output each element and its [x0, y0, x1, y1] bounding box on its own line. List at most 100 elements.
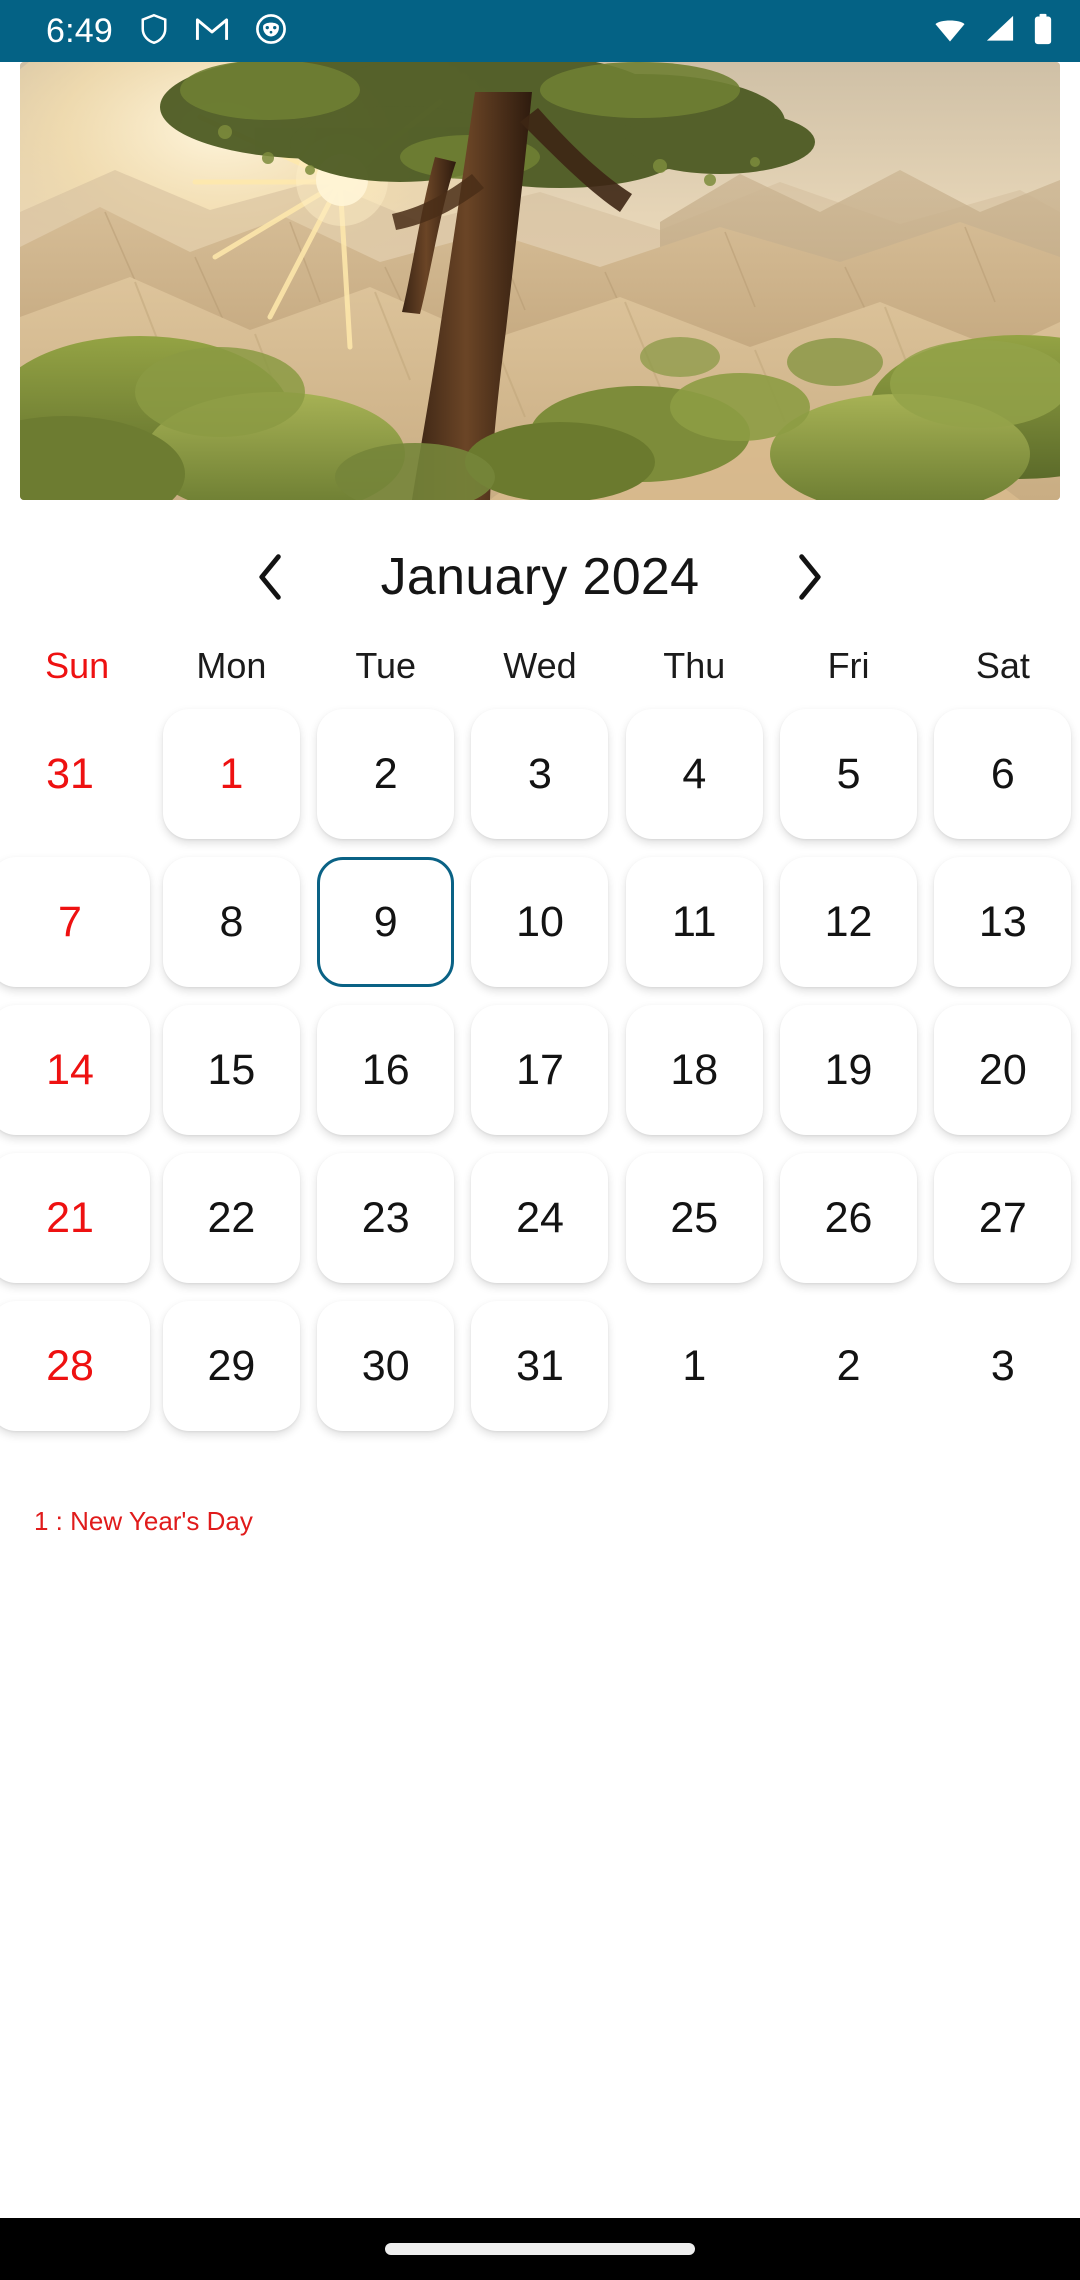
weekday-header-sun: Sun: [45, 645, 110, 686]
day-5[interactable]: 5: [780, 709, 918, 839]
day-24[interactable]: 24: [471, 1153, 609, 1283]
previous-month-button[interactable]: [242, 548, 300, 606]
day-3-adjacent-month[interactable]: 3: [934, 1301, 1071, 1431]
battery-icon: [1032, 13, 1054, 50]
weekday-header-mon: Mon: [196, 645, 267, 686]
home-indicator-pill[interactable]: [385, 2243, 695, 2255]
holiday-entry: 1 : New Year's Day: [34, 1506, 253, 1536]
day-27[interactable]: 27: [934, 1153, 1072, 1283]
day-6[interactable]: 6: [934, 709, 1072, 839]
day-2[interactable]: 2: [317, 709, 455, 839]
weekday-header-tue: Tue: [355, 645, 417, 686]
calendar-cell[interactable]: 17: [463, 996, 617, 1144]
next-month-button[interactable]: [780, 548, 838, 606]
calendar-cell[interactable]: 2: [771, 1292, 925, 1440]
day-20[interactable]: 20: [934, 1005, 1072, 1135]
calendar-cell[interactable]: 8: [154, 848, 308, 996]
calendar-cell[interactable]: 28: [0, 1292, 154, 1440]
day-21[interactable]: 21: [0, 1153, 150, 1283]
day-23[interactable]: 23: [317, 1153, 455, 1283]
day-30[interactable]: 30: [317, 1301, 455, 1431]
weekday-header-thu: Thu: [663, 645, 726, 686]
day-9[interactable]: 9: [317, 857, 455, 987]
day-18[interactable]: 18: [625, 1005, 763, 1135]
calendar-cell[interactable]: 9: [309, 848, 463, 996]
calendar-cell[interactable]: 22: [154, 1144, 308, 1292]
weekday-header-row: Sun Mon Tue Wed Thu Fri Sat: [0, 640, 1080, 692]
calendar-cell[interactable]: 19: [771, 996, 925, 1144]
calendar-cell[interactable]: 3: [463, 700, 617, 848]
calendar-cell[interactable]: 10: [463, 848, 617, 996]
calendar-cell[interactable]: 13: [926, 848, 1080, 996]
calendar-cell[interactable]: 21: [0, 1144, 154, 1292]
calendar-cell[interactable]: 29: [154, 1292, 308, 1440]
calendar-cell[interactable]: 7: [0, 848, 154, 996]
calendar-cell[interactable]: 2: [309, 700, 463, 848]
calendar-cell[interactable]: 4: [617, 700, 771, 848]
calendar-cell[interactable]: 30: [309, 1292, 463, 1440]
day-28[interactable]: 28: [0, 1301, 150, 1431]
calendar-cell[interactable]: 16: [309, 996, 463, 1144]
day-3[interactable]: 3: [471, 709, 609, 839]
day-17[interactable]: 17: [471, 1005, 609, 1135]
status-bar: 6:49: [0, 0, 1080, 62]
calendar-cell[interactable]: 23: [309, 1144, 463, 1292]
chevron-right-icon: [799, 554, 821, 600]
calendar-cell[interactable]: 26: [771, 1144, 925, 1292]
calendar-date-grid: 31 1 2 3 4 5 6 7 8 9 10 11 12 13 14 15 16 17 18 19 20 21 22 23 2…: [0, 700, 1080, 1440]
day-29[interactable]: 29: [162, 1301, 300, 1431]
day-12[interactable]: 12: [780, 857, 918, 987]
calendar-cell[interactable]: 31: [0, 700, 154, 848]
calendar-cell[interactable]: 15: [154, 996, 308, 1144]
calendar-cell[interactable]: 27: [926, 1144, 1080, 1292]
day-26[interactable]: 26: [780, 1153, 918, 1283]
day-7[interactable]: 7: [0, 857, 150, 987]
calendar-cell[interactable]: 14: [0, 996, 154, 1144]
frog-app-icon: [255, 13, 287, 50]
status-bar-right: [932, 13, 1054, 50]
day-14[interactable]: 14: [0, 1005, 150, 1135]
day-1[interactable]: 1: [162, 709, 300, 839]
weekday-header-sat: Sat: [975, 645, 1030, 686]
calendar-cell[interactable]: 18: [617, 996, 771, 1144]
calendar-cell[interactable]: 12: [771, 848, 925, 996]
calendar-cell[interactable]: 1: [617, 1292, 771, 1440]
gmail-icon: [195, 15, 229, 48]
day-19[interactable]: 19: [780, 1005, 918, 1135]
day-8[interactable]: 8: [162, 857, 300, 987]
day-22[interactable]: 22: [162, 1153, 300, 1283]
day-10[interactable]: 10: [471, 857, 609, 987]
calendar-cell[interactable]: 20: [926, 996, 1080, 1144]
weekday-header-wed: Wed: [503, 645, 577, 686]
calendar-cell[interactable]: 5: [771, 700, 925, 848]
calendar-cell[interactable]: 31: [463, 1292, 617, 1440]
calendar-cell[interactable]: 24: [463, 1144, 617, 1292]
calendar-cell[interactable]: 11: [617, 848, 771, 996]
day-31[interactable]: 31: [471, 1301, 609, 1431]
day-1-adjacent-month[interactable]: 1: [626, 1301, 763, 1431]
cellular-signal-icon: [984, 14, 1016, 49]
day-2-adjacent-month[interactable]: 2: [780, 1301, 917, 1431]
day-4[interactable]: 4: [625, 709, 763, 839]
month-year-title: January 2024: [380, 548, 700, 606]
calendar-cell[interactable]: 3: [926, 1292, 1080, 1440]
day-31-adjacent-month[interactable]: 31: [0, 709, 150, 839]
calendar-cell[interactable]: 6: [926, 700, 1080, 848]
chevron-left-icon: [259, 554, 281, 600]
day-11[interactable]: 11: [625, 857, 763, 987]
status-bar-clock: 6:49: [46, 11, 113, 50]
status-bar-left: 6:49: [46, 12, 287, 51]
day-25[interactable]: 25: [625, 1153, 763, 1283]
day-15[interactable]: 15: [162, 1005, 300, 1135]
day-13[interactable]: 13: [934, 857, 1072, 987]
shield-icon: [139, 12, 169, 51]
weekday-header-fri: Fri: [827, 645, 870, 686]
wifi-icon: [932, 14, 968, 49]
day-16[interactable]: 16: [317, 1005, 455, 1135]
month-navigation-header: January 2024: [0, 528, 1080, 626]
calendar-cell[interactable]: 1: [154, 700, 308, 848]
holiday-list: 1 : New Year's Day: [34, 1502, 1034, 1541]
calendar-cell[interactable]: 25: [617, 1144, 771, 1292]
system-navigation-bar: [0, 2218, 1080, 2280]
desert-landscape-illustration: [20, 62, 1060, 500]
